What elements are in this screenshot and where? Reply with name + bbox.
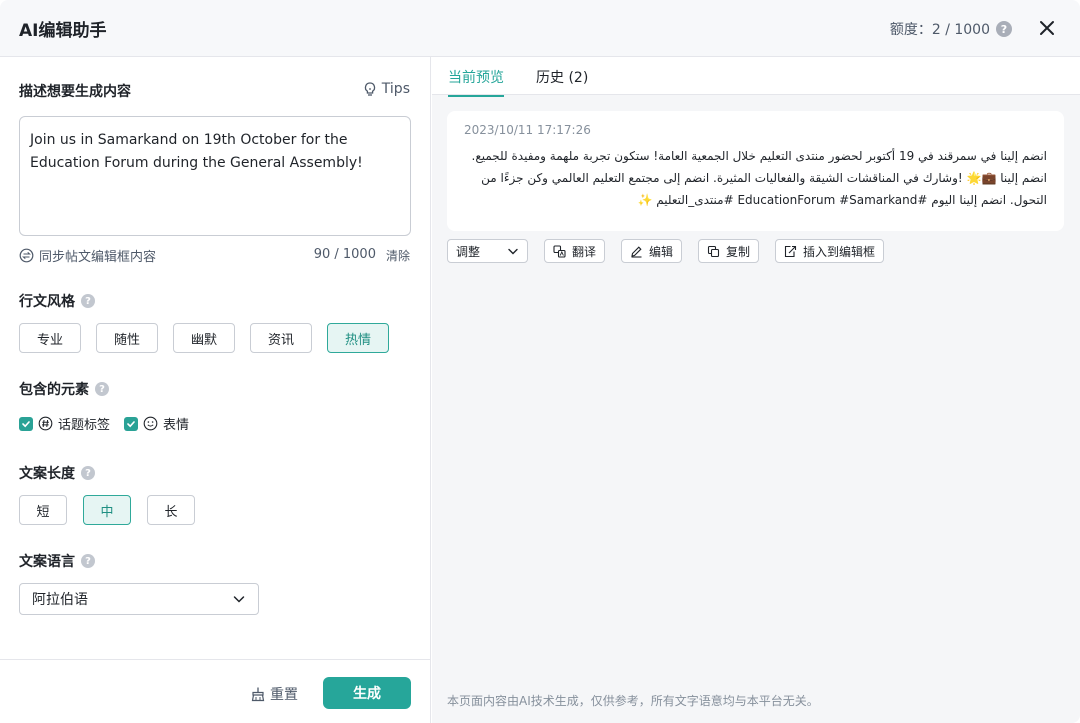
style-label: 行文风格 bbox=[19, 294, 75, 310]
adjust-label: 调整 bbox=[456, 244, 481, 259]
style-option[interactable]: 幽默 bbox=[173, 323, 235, 353]
pencil-icon bbox=[631, 245, 642, 258]
right-panel: 当前预览 历史 (2) 2023/10/11 17:17:26 انضم إلي… bbox=[432, 57, 1080, 723]
style-heading: 行文风格 ? bbox=[19, 291, 95, 311]
hashtag-label: 话题标签 bbox=[58, 418, 111, 433]
broom-icon bbox=[251, 687, 265, 702]
description-textarea[interactable]: Join us in Samarkand on 19th October for… bbox=[19, 116, 411, 236]
help-icon[interactable]: ? bbox=[81, 294, 95, 308]
lightbulb-icon bbox=[364, 82, 375, 96]
quota-text: 额度：2 / 1000 bbox=[889, 22, 990, 38]
insert-to-editor-button[interactable]: 插入到编辑框 bbox=[775, 239, 885, 263]
length-label: 文案长度 bbox=[19, 466, 75, 482]
translate-label: 翻译 bbox=[572, 244, 597, 259]
edit-label: 编辑 bbox=[649, 244, 674, 259]
preview-tabs: 当前预览 历史 (2) bbox=[432, 57, 1080, 97]
left-footer: 重置 生成 bbox=[0, 659, 430, 723]
translate-icon bbox=[553, 244, 566, 258]
smiley-icon bbox=[143, 416, 158, 431]
help-icon[interactable]: ? bbox=[81, 466, 95, 480]
copy-icon bbox=[707, 245, 720, 257]
edit-button[interactable]: 编辑 bbox=[621, 239, 683, 263]
emoji-label: 表情 bbox=[163, 418, 190, 433]
preview-timestamp: 2023/10/11 17:17:26 bbox=[464, 123, 591, 137]
tips-label: Tips bbox=[381, 81, 410, 97]
generate-button[interactable]: 生成 bbox=[323, 677, 411, 709]
insert-label: 插入到编辑框 bbox=[803, 244, 876, 259]
help-icon[interactable]: ? bbox=[996, 21, 1012, 37]
char-counter: 90 / 1000 清除 bbox=[314, 247, 410, 264]
adjust-dropdown[interactable]: 调整 bbox=[447, 239, 528, 263]
preview-card: 2023/10/11 17:17:26 انضم إلينا في سمرقند… bbox=[447, 111, 1064, 231]
length-option[interactable]: 短 bbox=[19, 495, 67, 525]
hashtag-icon bbox=[38, 416, 53, 431]
reset-label: 重置 bbox=[270, 687, 298, 703]
elements-label: 包含的元素 bbox=[19, 382, 89, 398]
copy-label: 复制 bbox=[726, 244, 751, 259]
tab-current-preview[interactable]: 当前预览 bbox=[448, 67, 504, 97]
sync-content-button[interactable]: 同步帖文编辑框内容 bbox=[19, 246, 156, 265]
style-option[interactable]: 随性 bbox=[96, 323, 158, 353]
copy-button[interactable]: 复制 bbox=[698, 239, 760, 263]
sync-icon bbox=[19, 248, 34, 263]
emoji-checkbox[interactable]: 表情 bbox=[124, 414, 189, 433]
hashtag-checkbox[interactable]: 话题标签 bbox=[19, 414, 110, 433]
generated-text: انضم إلينا في سمرقند في 19 أكتوبر لحضور … bbox=[471, 149, 1047, 207]
tips-button[interactable]: Tips bbox=[362, 81, 410, 97]
sync-label: 同步帖文编辑框内容 bbox=[39, 250, 157, 265]
close-icon bbox=[1040, 21, 1054, 35]
language-label: 文案语言 bbox=[19, 554, 75, 570]
length-option[interactable]: 长 bbox=[147, 495, 195, 525]
ai-editor-dialog: AI编辑助手 额度：2 / 1000 ? 描述想要生成内容 Tips Join … bbox=[0, 0, 1080, 723]
tab-history[interactable]: 历史 (2) bbox=[536, 67, 588, 95]
length-option-selected[interactable]: 中 bbox=[83, 495, 131, 525]
disclaimer-text: 本页面内容由AI技术生成，仅供参考，所有文字语意均与本平台无关。 bbox=[447, 694, 819, 708]
length-heading: 文案长度 ? bbox=[19, 463, 95, 483]
char-count: 90 / 1000 bbox=[313, 247, 376, 262]
close-button[interactable] bbox=[1036, 17, 1058, 39]
describe-label: 描述想要生成内容 bbox=[19, 84, 131, 100]
quota-display: 额度：2 / 1000 ? bbox=[890, 19, 1012, 39]
style-option[interactable]: 资讯 bbox=[250, 323, 312, 353]
preview-actions: 调整 翻译 编辑 复制 插入到编辑框 bbox=[447, 239, 885, 263]
left-panel: 描述想要生成内容 Tips Join us in Samarkand on 19… bbox=[0, 57, 431, 723]
language-value: 阿拉伯语 bbox=[32, 592, 88, 608]
help-icon[interactable]: ? bbox=[95, 382, 109, 396]
dialog-title: AI编辑助手 bbox=[19, 21, 107, 41]
reset-button[interactable]: 重置 bbox=[250, 684, 298, 704]
language-heading: 文案语言 ? bbox=[19, 551, 95, 571]
language-select[interactable]: 阿拉伯语 bbox=[19, 583, 259, 615]
insert-icon bbox=[784, 245, 797, 257]
length-options: 短 中 长 bbox=[19, 495, 195, 525]
style-option-selected[interactable]: 热情 bbox=[327, 323, 389, 353]
checkbox-checked-icon bbox=[19, 416, 33, 431]
clear-button[interactable]: 清除 bbox=[386, 247, 410, 264]
help-icon[interactable]: ? bbox=[81, 554, 95, 568]
translate-button[interactable]: 翻译 bbox=[544, 239, 606, 263]
style-options: 专业 随性 幽默 资讯 热情 bbox=[19, 323, 389, 353]
checkbox-checked-icon bbox=[124, 416, 139, 431]
dialog-header: AI编辑助手 额度：2 / 1000 ? bbox=[0, 0, 1080, 57]
chevron-down-icon bbox=[233, 596, 245, 603]
style-option[interactable]: 专业 bbox=[19, 323, 81, 353]
chevron-down-icon bbox=[508, 248, 518, 255]
elements-options: 话题标签 表情 bbox=[19, 414, 189, 433]
elements-heading: 包含的元素 ? bbox=[19, 379, 109, 399]
